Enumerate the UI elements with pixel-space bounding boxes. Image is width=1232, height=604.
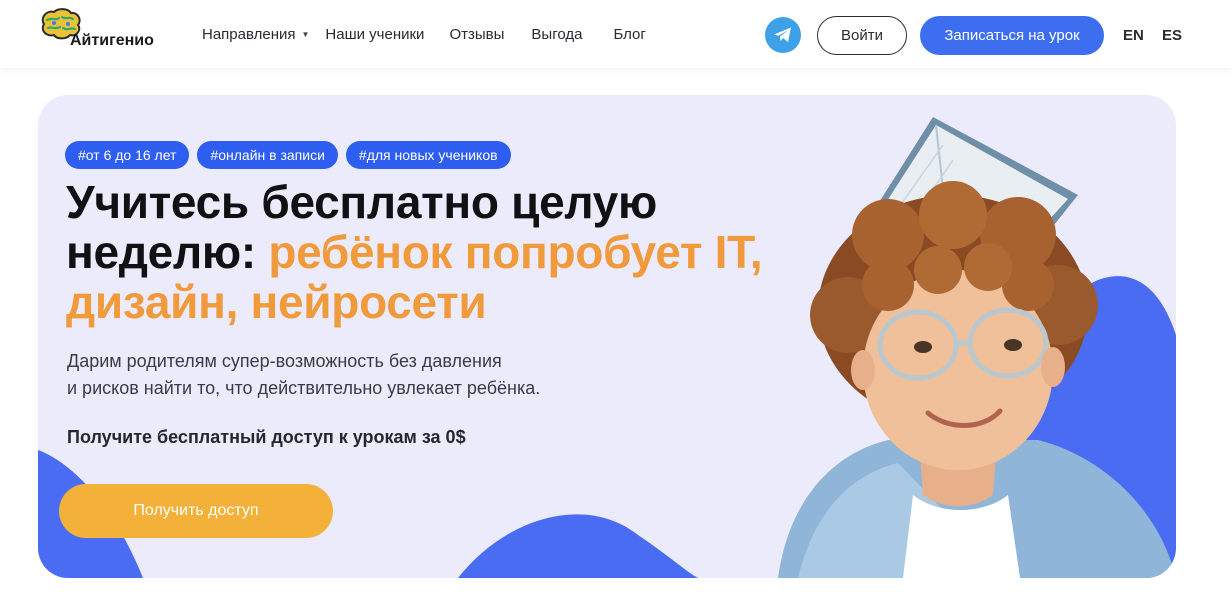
nav-item-reviews[interactable]: Отзывы [449, 26, 504, 43]
nav-item-label: Направления [202, 26, 296, 43]
hero-banner: #от 6 до 16 лет #онлайн в записи #для но… [38, 95, 1176, 578]
tag-online: #онлайн в записи [197, 141, 338, 169]
brand-name: Айтигенио [70, 32, 154, 49]
chevron-down-icon: ▼ [301, 30, 310, 39]
free-access-offer: Получите бесплатный доступ к урокам за 0… [67, 427, 466, 447]
tag-age: #от 6 до 16 лет [65, 141, 190, 169]
hero-subtitle: Дарим родителям супер-возможность без да… [67, 348, 627, 402]
headline-line2-dark: неделю: [66, 226, 256, 278]
main-nav: Направления ▼ Наши ученики Отзывы Выгода … [202, 26, 646, 43]
telegram-icon [774, 27, 791, 42]
telegram-button[interactable] [765, 17, 801, 53]
logo[interactable]: Айтигенио [38, 8, 168, 54]
subtitle-line2: и рисков найти то, что действительно увл… [67, 378, 541, 398]
language-es[interactable]: ES [1162, 27, 1182, 44]
headline-line3-accent: дизайн, нейросети [66, 276, 487, 328]
hero-headline: Учитесь бесплатно целую неделю: ребёнок … [66, 177, 826, 327]
child-with-book-image [778, 117, 1176, 578]
signup-button[interactable]: Записаться на урок [920, 16, 1104, 55]
nav-item-blog[interactable]: Блог [613, 26, 645, 43]
tag-new-students: #для новых учеников [345, 141, 511, 169]
subtitle-line1: Дарим родителям супер-возможность без да… [67, 351, 502, 371]
language-en[interactable]: EN [1123, 27, 1144, 44]
get-access-button[interactable]: Получить доступ [59, 484, 333, 538]
nav-item-students[interactable]: Наши ученики [325, 26, 424, 43]
nav-item-directions[interactable]: Направления ▼ [202, 26, 309, 43]
headline-line2-accent: ребёнок попробует IT, [268, 226, 763, 278]
site-header: Айтигенио Направления ▼ Наши ученики Отзы… [0, 0, 1232, 68]
nav-item-benefits[interactable]: Выгода [531, 26, 582, 43]
tag-list: #от 6 до 16 лет #онлайн в записи #для но… [65, 141, 511, 169]
login-button[interactable]: Войти [817, 16, 907, 55]
headline-line1: Учитесь бесплатно целую [66, 176, 657, 228]
